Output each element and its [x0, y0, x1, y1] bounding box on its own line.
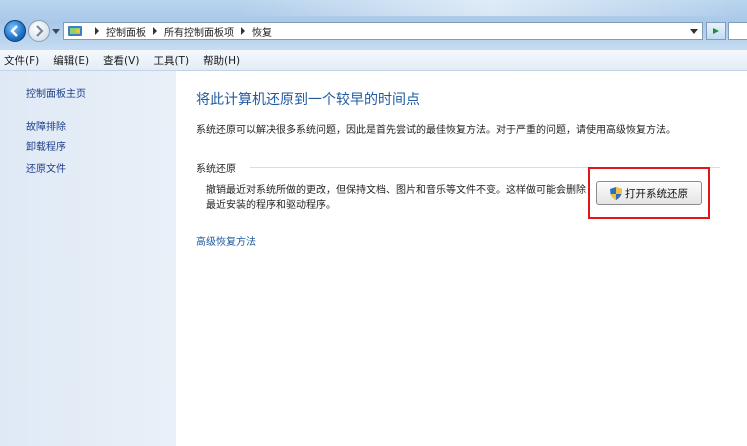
forward-arrow-icon	[36, 25, 44, 37]
open-system-restore-label: 打开系统还原	[625, 187, 688, 200]
breadcrumb-separator-icon	[241, 27, 245, 35]
system-restore-section-label: 系统还原	[196, 164, 236, 175]
address-dropdown-icon[interactable]	[690, 27, 698, 35]
advanced-recovery-link[interactable]: 高级恢复方法	[196, 233, 256, 248]
open-system-restore-button[interactable]: 打开系统还原	[596, 181, 702, 205]
sidebar-item-troubleshooting[interactable]: 故障排除	[26, 118, 66, 133]
menu-file[interactable]: 文件(F)	[4, 53, 39, 68]
window-titlebar: 控制面板 所有控制面板项 恢复	[0, 0, 747, 50]
menu-edit[interactable]: 编辑(E)	[53, 53, 89, 68]
uac-shield-icon	[610, 186, 622, 200]
sidebar-item-restore-files[interactable]: 还原文件	[26, 160, 66, 175]
titlebar-glass	[240, 0, 740, 16]
breadcrumb-recovery[interactable]: 恢复	[252, 24, 272, 39]
menu-bar: 文件(F) 编辑(E) 查看(V) 工具(T) 帮助(H)	[0, 50, 747, 71]
menu-help[interactable]: 帮助(H)	[203, 53, 240, 68]
menu-tools[interactable]: 工具(T)	[153, 53, 189, 68]
menu-view[interactable]: 查看(V)	[103, 53, 139, 68]
search-box[interactable]	[728, 22, 747, 40]
refresh-icon	[713, 28, 719, 34]
sidebar-item-control-panel-home[interactable]: 控制面板主页	[26, 85, 86, 100]
sidebar: 控制面板主页 故障排除 卸载程序 还原文件	[0, 71, 176, 446]
page-description: 系统还原可以解决很多系统问题，因此是首先尝试的最佳恢复方法。对于严重的问题，请使…	[196, 125, 676, 136]
breadcrumb-all-items[interactable]: 所有控制面板项	[164, 24, 234, 39]
sidebar-item-uninstall-program[interactable]: 卸载程序	[26, 138, 66, 153]
breadcrumb-separator-icon	[153, 27, 157, 35]
system-restore-description: 撤销最近对系统所做的更改，但保持文档、图片和音乐等文件不变。这样做可能会删除最近…	[206, 185, 586, 211]
back-button[interactable]	[4, 20, 26, 42]
main-content: 将此计算机还原到一个较早的时间点 系统还原可以解决很多系统问题，因此是首先尝试的…	[176, 71, 747, 446]
control-panel-icon	[68, 26, 82, 36]
forward-button[interactable]	[28, 20, 50, 42]
breadcrumb-control-panel[interactable]: 控制面板	[106, 24, 146, 39]
back-arrow-icon	[10, 25, 18, 37]
page-title: 将此计算机还原到一个较早的时间点	[196, 92, 420, 108]
breadcrumb-separator-icon	[95, 27, 99, 35]
refresh-button[interactable]	[706, 22, 726, 40]
recent-pages-chevron-icon[interactable]	[52, 27, 60, 35]
address-bar[interactable]: 控制面板 所有控制面板项 恢复	[63, 22, 703, 40]
